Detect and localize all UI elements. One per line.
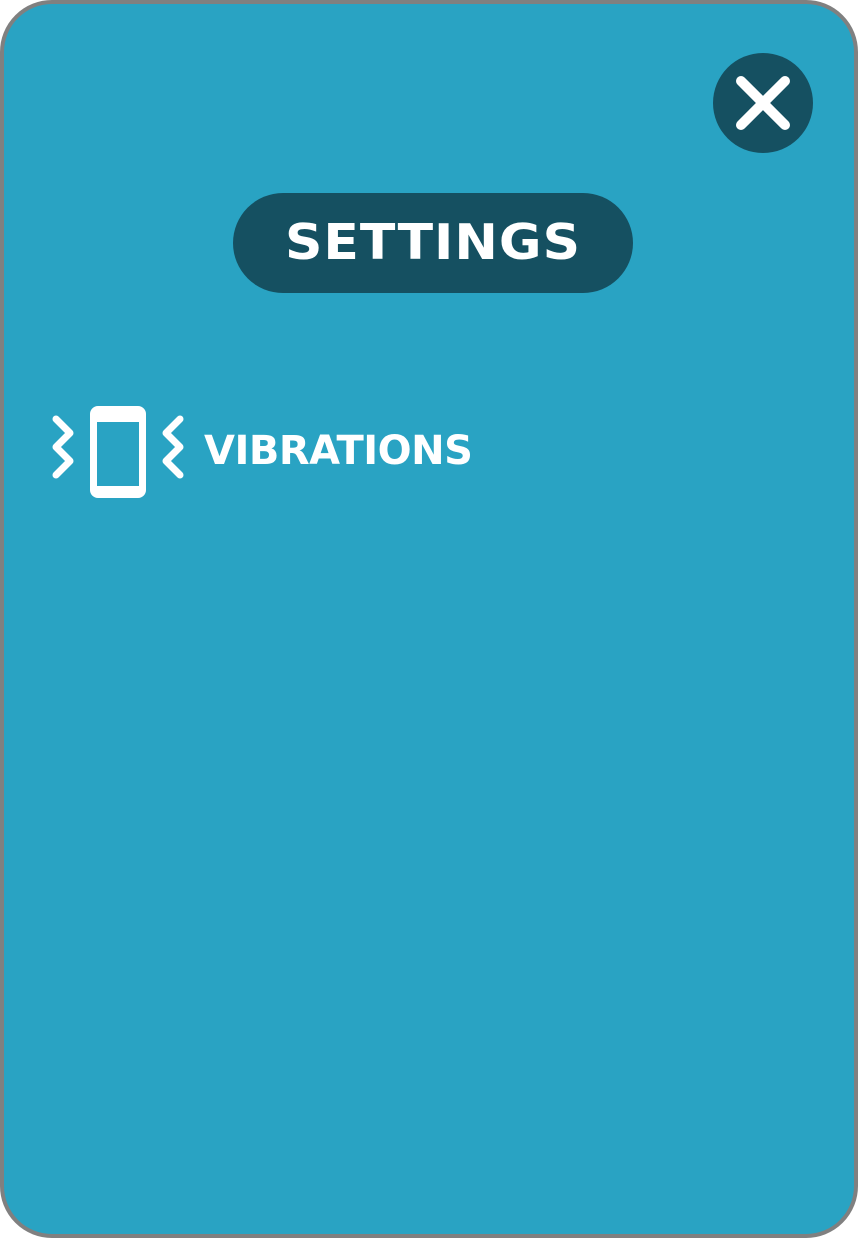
phone-vibrate-icon xyxy=(52,402,184,502)
close-button[interactable] xyxy=(713,53,813,153)
close-icon xyxy=(735,75,791,131)
vibrations-label: VIBRATIONS xyxy=(204,428,473,474)
settings-panel: Settings VIBRATIONS xyxy=(0,0,858,1238)
page-title: Settings xyxy=(284,214,582,272)
vibrations-toggle[interactable]: VIBRATIONS xyxy=(52,402,473,502)
title-banner: Settings xyxy=(233,193,633,293)
